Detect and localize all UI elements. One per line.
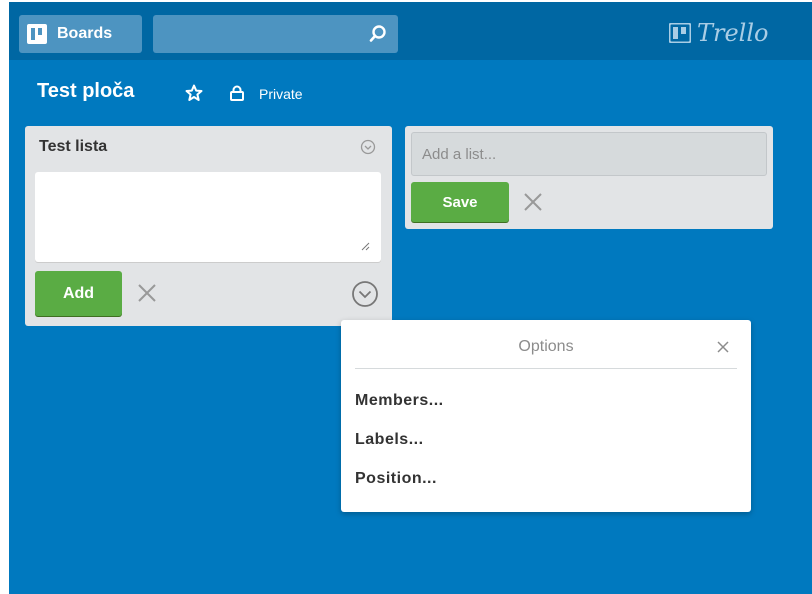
board-canvas: Boards Trello Test ploča Private Test li… (9, 2, 812, 594)
save-button[interactable]: Save (411, 182, 509, 222)
boards-icon (27, 24, 47, 44)
card-text-input[interactable] (35, 172, 381, 262)
top-header: Boards Trello (9, 2, 812, 60)
close-icon[interactable] (136, 282, 158, 304)
boards-button[interactable]: Boards (19, 15, 142, 53)
chevron-down-circle-icon[interactable] (360, 139, 376, 155)
trello-logo-icon (669, 23, 691, 43)
popover-title: Options (518, 338, 574, 355)
close-icon[interactable] (716, 340, 730, 354)
add-list-input[interactable] (411, 132, 767, 176)
resize-grip-icon[interactable] (360, 241, 370, 251)
privacy-button[interactable]: Private (259, 86, 303, 102)
logo-text: Trello (697, 19, 769, 47)
search-icon (369, 25, 386, 42)
star-icon[interactable] (185, 84, 203, 102)
list-test-lista: Test lista Add (25, 126, 392, 326)
menu-item-members[interactable]: Members... (355, 392, 444, 410)
menu-item-position[interactable]: Position... (355, 470, 437, 488)
boards-label: Boards (57, 25, 113, 42)
menu-item-labels[interactable]: Labels... (355, 431, 424, 449)
chevron-down-circle-icon[interactable] (351, 280, 379, 308)
popover-divider (355, 368, 737, 369)
trello-logo[interactable]: Trello (669, 16, 768, 50)
options-popover: Options Members... Labels... Position... (341, 320, 751, 512)
lock-icon (230, 85, 244, 101)
list-title[interactable]: Test lista (39, 138, 107, 156)
search-input[interactable] (153, 15, 398, 53)
close-icon[interactable] (522, 191, 544, 213)
board-title[interactable]: Test ploča (37, 80, 134, 103)
add-list-form: Save (405, 126, 773, 229)
add-card-button[interactable]: Add (35, 271, 122, 316)
